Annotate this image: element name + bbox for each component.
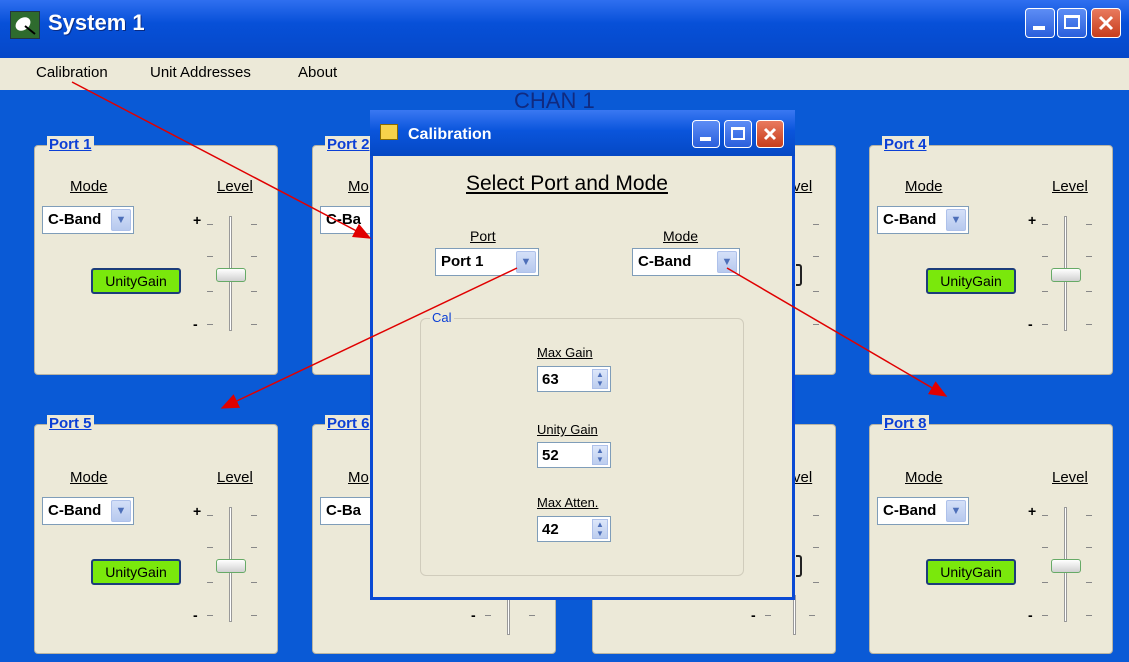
arrow-mode-to-port8 bbox=[726, 267, 948, 397]
annotation-arrows bbox=[71, 81, 948, 409]
arrow-port-to-port5 bbox=[220, 267, 518, 409]
arrow-calibration-to-dialog bbox=[71, 81, 372, 239]
